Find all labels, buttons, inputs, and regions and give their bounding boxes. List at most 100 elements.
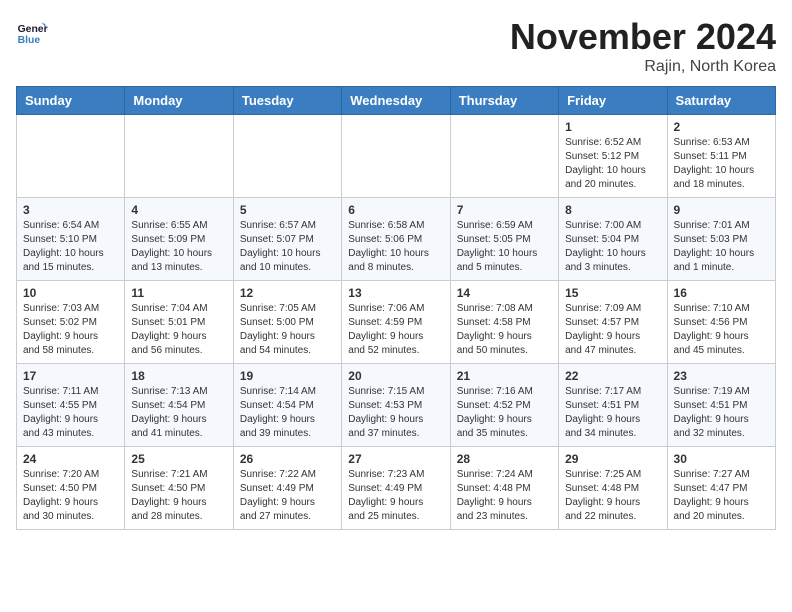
day-number: 1 [565,120,660,134]
calendar-cell: 22 Sunrise: 7:17 AM Sunset: 4:51 PM Dayli… [559,364,667,447]
calendar-week-row: 17 Sunrise: 7:11 AM Sunset: 4:55 PM Dayli… [17,364,776,447]
day-number: 5 [240,203,335,217]
day-number: 29 [565,452,660,466]
calendar-cell: 26Sunrise: 7:22 AM Sunset: 4:49 PM Dayli… [233,447,341,530]
day-of-week-header: Tuesday [233,87,341,115]
day-number: 12 [240,286,335,300]
day-info: Sunrise: 6:52 AM Sunset: 5:12 PM Dayligh… [565,136,660,192]
svg-text:General: General [18,24,48,35]
day-number: 30 [674,452,769,466]
calendar-cell: 7Sunrise: 6:59 AM Sunset: 5:05 PM Daylig… [450,198,558,281]
day-info: Sunrise: 7:01 AM Sunset: 5:03 PM Dayligh… [674,219,769,275]
day-number: 16 [674,286,769,300]
day-info: Sunrise: 6:55 AM Sunset: 5:09 PM Dayligh… [131,219,226,275]
calendar-cell: 10 Sunrise: 7:03 AM Sunset: 5:02 PM Dayli… [17,281,125,364]
day-info: Sunrise: 7:11 AM Sunset: 4:55 PM Dayligh… [23,385,118,441]
day-info: Sunrise: 7:24 AM Sunset: 4:48 PM Dayligh… [457,468,552,524]
calendar-cell [342,115,450,198]
day-number: 10 [23,286,118,300]
calendar-cell: 8 Sunrise: 7:00 AM Sunset: 5:04 PM Daylig… [559,198,667,281]
day-number: 20 [348,369,443,383]
calendar-cell: 17 Sunrise: 7:11 AM Sunset: 4:55 PM Dayli… [17,364,125,447]
calendar-cell [17,115,125,198]
day-number: 14 [457,286,552,300]
day-number: 4 [131,203,226,217]
calendar-cell [233,115,341,198]
calendar-cell: 20 Sunrise: 7:15 AM Sunset: 4:53 PM Dayli… [342,364,450,447]
day-info: Sunrise: 7:23 AM Sunset: 4:49 PM Dayligh… [348,468,443,524]
day-info: Sunrise: 7:06 AM Sunset: 4:59 PM Dayligh… [348,302,443,358]
svg-text:Blue: Blue [18,35,41,46]
calendar-cell: 15 Sunrise: 7:09 AM Sunset: 4:57 PM Dayli… [559,281,667,364]
day-number: 9 [674,203,769,217]
calendar-cell: 11 Sunrise: 7:04 AM Sunset: 5:01 PM Dayli… [125,281,233,364]
day-info: Sunrise: 7:25 AM Sunset: 4:48 PM Dayligh… [565,468,660,524]
day-info: Sunrise: 7:10 AM Sunset: 4:56 PM Dayligh… [674,302,769,358]
calendar-cell: 16 Sunrise: 7:10 AM Sunset: 4:56 PM Dayli… [667,281,775,364]
day-of-week-header: Saturday [667,87,775,115]
title-block: November 2024 Rajin, North Korea [510,16,776,76]
calendar-cell: 3 Sunrise: 6:54 AM Sunset: 5:10 PM Daylig… [17,198,125,281]
day-number: 17 [23,369,118,383]
day-number: 13 [348,286,443,300]
logo-icon: General Blue [16,16,48,48]
calendar-cell: 30 Sunrise: 7:27 AM Sunset: 4:47 PM Dayli… [667,447,775,530]
day-info: Sunrise: 7:03 AM Sunset: 5:02 PM Dayligh… [23,302,118,358]
day-info: Sunrise: 7:17 AM Sunset: 4:51 PM Dayligh… [565,385,660,441]
calendar-cell: 28Sunrise: 7:24 AM Sunset: 4:48 PM Dayli… [450,447,558,530]
day-number: 22 [565,369,660,383]
day-number: 8 [565,203,660,217]
calendar-week-row: 3 Sunrise: 6:54 AM Sunset: 5:10 PM Daylig… [17,198,776,281]
calendar-cell: 2 Sunrise: 6:53 AM Sunset: 5:11 PM Daylig… [667,115,775,198]
day-number: 23 [674,369,769,383]
calendar-cell: 6 Sunrise: 6:58 AM Sunset: 5:06 PM Daylig… [342,198,450,281]
day-number: 6 [348,203,443,217]
day-of-week-header: Sunday [17,87,125,115]
day-info: Sunrise: 6:57 AM Sunset: 5:07 PM Dayligh… [240,219,335,275]
day-info: Sunrise: 6:54 AM Sunset: 5:10 PM Dayligh… [23,219,118,275]
day-number: 11 [131,286,226,300]
calendar-cell: 13 Sunrise: 7:06 AM Sunset: 4:59 PM Dayli… [342,281,450,364]
calendar-cell [125,115,233,198]
day-of-week-header: Monday [125,87,233,115]
calendar-cell: 14Sunrise: 7:08 AM Sunset: 4:58 PM Dayli… [450,281,558,364]
calendar-cell: 12 Sunrise: 7:05 AM Sunset: 5:00 PM Dayli… [233,281,341,364]
logo: General Blue [16,16,48,48]
day-info: Sunrise: 7:15 AM Sunset: 4:53 PM Dayligh… [348,385,443,441]
calendar-cell: 21 Sunrise: 7:16 AM Sunset: 4:52 PM Dayli… [450,364,558,447]
calendar-cell: 23 Sunrise: 7:19 AM Sunset: 4:51 PM Dayli… [667,364,775,447]
day-info: Sunrise: 6:58 AM Sunset: 5:06 PM Dayligh… [348,219,443,275]
day-info: Sunrise: 7:05 AM Sunset: 5:00 PM Dayligh… [240,302,335,358]
day-number: 7 [457,203,552,217]
page-header: General Blue November 2024 Rajin, North … [16,16,776,76]
day-number: 19 [240,369,335,383]
calendar-header-row: SundayMondayTuesdayWednesdayThursdayFrid… [17,87,776,115]
day-of-week-header: Wednesday [342,87,450,115]
day-number: 15 [565,286,660,300]
day-info: Sunrise: 7:27 AM Sunset: 4:47 PM Dayligh… [674,468,769,524]
day-number: 2 [674,120,769,134]
day-info: Sunrise: 6:53 AM Sunset: 5:11 PM Dayligh… [674,136,769,192]
day-number: 3 [23,203,118,217]
day-info: Sunrise: 7:09 AM Sunset: 4:57 PM Dayligh… [565,302,660,358]
day-info: Sunrise: 7:19 AM Sunset: 4:51 PM Dayligh… [674,385,769,441]
calendar-cell: 25Sunrise: 7:21 AM Sunset: 4:50 PM Dayli… [125,447,233,530]
day-info: Sunrise: 7:14 AM Sunset: 4:54 PM Dayligh… [240,385,335,441]
calendar-cell: 1 Sunrise: 6:52 AM Sunset: 5:12 PM Daylig… [559,115,667,198]
day-of-week-header: Thursday [450,87,558,115]
day-info: Sunrise: 7:00 AM Sunset: 5:04 PM Dayligh… [565,219,660,275]
calendar-cell: 29 Sunrise: 7:25 AM Sunset: 4:48 PM Dayli… [559,447,667,530]
day-number: 18 [131,369,226,383]
calendar-week-row: 1 Sunrise: 6:52 AM Sunset: 5:12 PM Daylig… [17,115,776,198]
calendar-cell: 18Sunrise: 7:13 AM Sunset: 4:54 PM Dayli… [125,364,233,447]
day-info: Sunrise: 7:16 AM Sunset: 4:52 PM Dayligh… [457,385,552,441]
day-info: Sunrise: 7:04 AM Sunset: 5:01 PM Dayligh… [131,302,226,358]
calendar-week-row: 10 Sunrise: 7:03 AM Sunset: 5:02 PM Dayli… [17,281,776,364]
day-of-week-header: Friday [559,87,667,115]
day-number: 21 [457,369,552,383]
month-title: November 2024 [510,16,776,58]
calendar-cell: 5 Sunrise: 6:57 AM Sunset: 5:07 PM Daylig… [233,198,341,281]
calendar-table: SundayMondayTuesdayWednesdayThursdayFrid… [16,86,776,530]
day-info: Sunrise: 7:21 AM Sunset: 4:50 PM Dayligh… [131,468,226,524]
calendar-cell: 4 Sunrise: 6:55 AM Sunset: 5:09 PM Daylig… [125,198,233,281]
